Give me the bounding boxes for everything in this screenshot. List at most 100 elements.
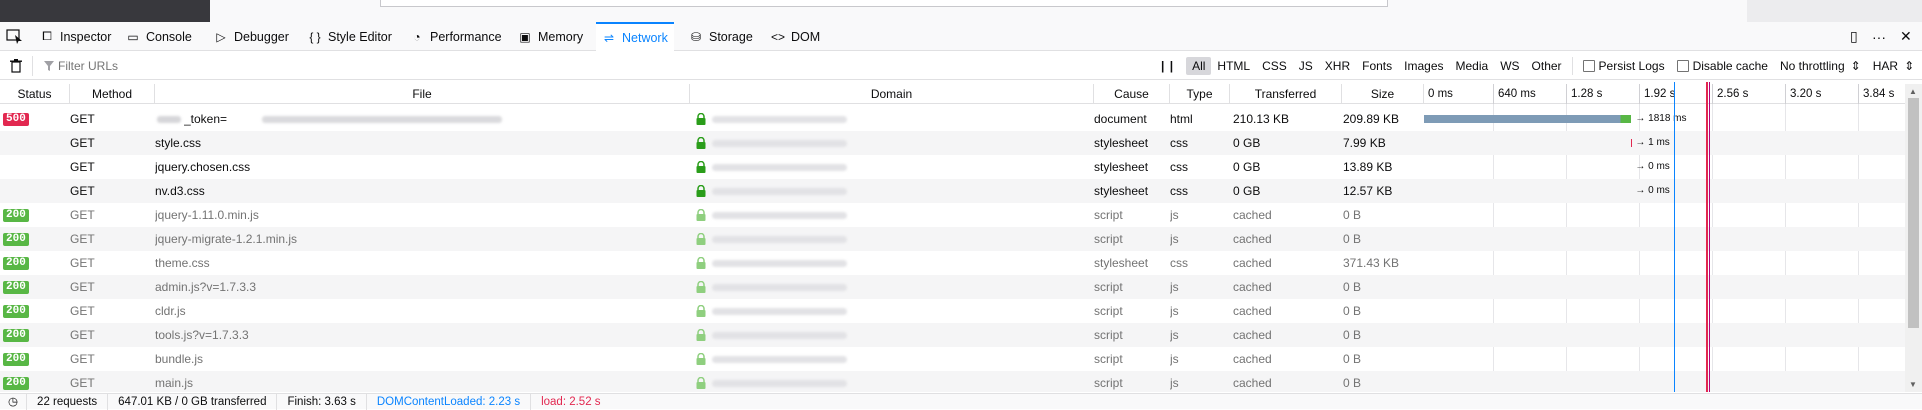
request-method: GET — [70, 136, 95, 150]
request-row[interactable]: 200 GET admin.js?v=1.7.3.3 script js cached 0 … — [0, 275, 1905, 299]
waterfall-timing-label: → 1818 ms — [1635, 107, 1686, 131]
tab-debugger[interactable]: ▷ Debugger — [208, 22, 295, 51]
filter-separator — [32, 56, 33, 76]
status-badge: 200 — [3, 257, 29, 270]
disable-cache-checkbox[interactable]: Disable cache — [1676, 59, 1768, 73]
filter-type-images[interactable]: Images — [1398, 57, 1449, 75]
waterfall-tick-label: 1.28 s — [1566, 84, 1602, 104]
load-marker-secondary — [1709, 82, 1710, 392]
secure-lock-icon — [696, 328, 706, 344]
request-file: theme.css — [155, 256, 210, 270]
request-row[interactable]: 200 GET tools.js?v=1.7.3.3 script js cached 0 … — [0, 323, 1905, 347]
filter-urls-input[interactable] — [42, 56, 1142, 76]
request-transferred: 0 GB — [1233, 136, 1261, 150]
request-size: 0 B — [1343, 232, 1362, 246]
request-row[interactable]: 200 GET jquery-migrate-1.2.1.min.js script j… — [0, 227, 1905, 251]
filter-type-js[interactable]: JS — [1293, 57, 1319, 75]
column-status[interactable]: Status — [0, 84, 70, 104]
performance-analysis-icon[interactable]: ◷ — [0, 393, 28, 410]
redacted-domain — [712, 212, 847, 219]
debugger-icon: ▷ — [216, 29, 226, 44]
dom-icon: <> — [771, 29, 786, 44]
secure-lock-icon — [696, 136, 706, 152]
tab-performance[interactable]: ◔ Performance — [404, 22, 508, 51]
request-row[interactable]: 200 GET theme.css stylesheet css cached 371.43… — [0, 251, 1905, 275]
throttling-select[interactable]: No throttling ⇕ — [1780, 59, 1861, 73]
column-cause[interactable]: Cause — [1094, 84, 1170, 104]
summary-load: load: 2.52 s — [541, 395, 601, 408]
filter-type-other[interactable]: Other — [1526, 57, 1568, 75]
pause-recording-icon[interactable]: | | — [1155, 57, 1180, 75]
request-method: GET — [70, 352, 95, 366]
request-row[interactable]: 200 GET cldr.js script js cached 0 B — [0, 299, 1905, 323]
filter-type-media[interactable]: Media — [1450, 57, 1495, 75]
tab-label: Debugger — [234, 29, 289, 44]
redacted-domain — [712, 188, 847, 195]
checkbox-box[interactable] — [1676, 60, 1689, 72]
scrollbar-thumb[interactable] — [1908, 98, 1919, 328]
request-row[interactable]: 200 GET bundle.js script js cached 0 B — [0, 347, 1905, 371]
filter-type-html[interactable]: HTML — [1211, 57, 1256, 75]
persist-logs-checkbox[interactable]: Persist Logs — [1582, 59, 1665, 73]
clear-requests-icon[interactable] — [10, 59, 22, 76]
vertical-scrollbar[interactable]: ▲ ▼ — [1905, 84, 1922, 392]
filter-type-fonts[interactable]: Fonts — [1356, 57, 1398, 75]
request-transferred: 0 GB — [1233, 184, 1261, 198]
secure-lock-icon — [696, 208, 706, 224]
har-menu-button[interactable]: HAR ⇕ — [1873, 59, 1914, 73]
request-row[interactable]: GET nv.d3.css stylesheet css 0 GB 12.57 KB → 0… — [0, 179, 1905, 203]
scroll-up-icon[interactable]: ▲ — [1909, 87, 1917, 96]
storage-icon: ⛁ — [690, 29, 702, 44]
tab-style-editor[interactable]: { } Style Editor — [302, 22, 398, 51]
tab-label: DOM — [791, 29, 821, 44]
tab-network[interactable]: ⇌ Network — [596, 22, 674, 51]
request-row[interactable]: 200 GET jquery-1.11.0.min.js script js cached… — [0, 203, 1905, 227]
secure-lock-icon — [696, 280, 706, 296]
redacted-domain — [712, 380, 847, 387]
column-file[interactable]: File — [155, 84, 690, 104]
waterfall-tick-label: 3.20 s — [1785, 84, 1821, 104]
tab-label: Inspector — [60, 29, 112, 44]
tab-console[interactable]: ▭ Console — [120, 22, 198, 51]
request-type-filters: | | All HTML CSS JS XHR Fonts Images Media WS Othe… — [1155, 56, 1920, 76]
column-size[interactable]: Size — [1342, 84, 1424, 104]
request-method: GET — [70, 184, 95, 198]
request-row[interactable]: 500 GET _token= document html 210.13 KB 209.89… — [0, 107, 1905, 131]
scroll-down-icon[interactable]: ▼ — [1909, 380, 1917, 389]
waterfall-tick-label: 640 ms — [1493, 84, 1536, 104]
request-file: main.js — [155, 376, 194, 390]
column-transferred[interactable]: Transferred — [1230, 84, 1342, 104]
dropdown-arrow-icon: ⇕ — [1850, 59, 1861, 73]
request-row[interactable]: GET jquery.chosen.css stylesheet css 0 GB 13.… — [0, 155, 1905, 179]
column-method[interactable]: Method — [70, 84, 155, 104]
secure-lock-icon — [696, 112, 706, 128]
filter-type-xhr[interactable]: XHR — [1319, 57, 1356, 75]
tab-memory[interactable]: ▣ Memory — [512, 22, 589, 51]
waterfall-tick-label: 1.92 s — [1639, 84, 1675, 104]
status-badge: 200 — [3, 305, 29, 318]
tab-dom[interactable]: <> DOM — [765, 22, 826, 51]
close-devtools-icon[interactable]: ✕ — [1900, 22, 1912, 51]
request-row[interactable]: GET style.css stylesheet css 0 GB 7.99 KB → 1 … — [0, 131, 1905, 155]
filter-type-ws[interactable]: WS — [1494, 57, 1525, 75]
request-file: bundle.js — [155, 352, 204, 366]
column-domain[interactable]: Domain — [690, 84, 1094, 104]
dock-options-icon[interactable]: ▯ — [1850, 22, 1858, 51]
checkbox-box[interactable] — [1582, 60, 1595, 72]
request-size: 0 B — [1343, 208, 1362, 222]
redacted-token-value — [262, 116, 502, 123]
filter-type-css[interactable]: CSS — [1256, 57, 1293, 75]
request-method: GET — [70, 328, 95, 342]
redacted-domain — [712, 332, 847, 339]
request-transferred: cached — [1233, 328, 1272, 342]
filter-type-all[interactable]: All — [1186, 57, 1212, 75]
tab-inspector[interactable]: ⧠ Inspector — [34, 22, 117, 51]
request-row[interactable]: 200 GET main.js script js cached 0 B — [0, 371, 1905, 392]
column-type[interactable]: Type — [1170, 84, 1230, 104]
request-method: GET — [70, 280, 95, 294]
element-picker-icon[interactable] — [6, 28, 26, 46]
tab-storage[interactable]: ⛁ Storage — [683, 22, 759, 51]
more-options-icon[interactable]: ··· — [1872, 22, 1886, 51]
timing-arrow-icon: → — [1635, 185, 1649, 196]
request-method: GET — [70, 160, 95, 174]
